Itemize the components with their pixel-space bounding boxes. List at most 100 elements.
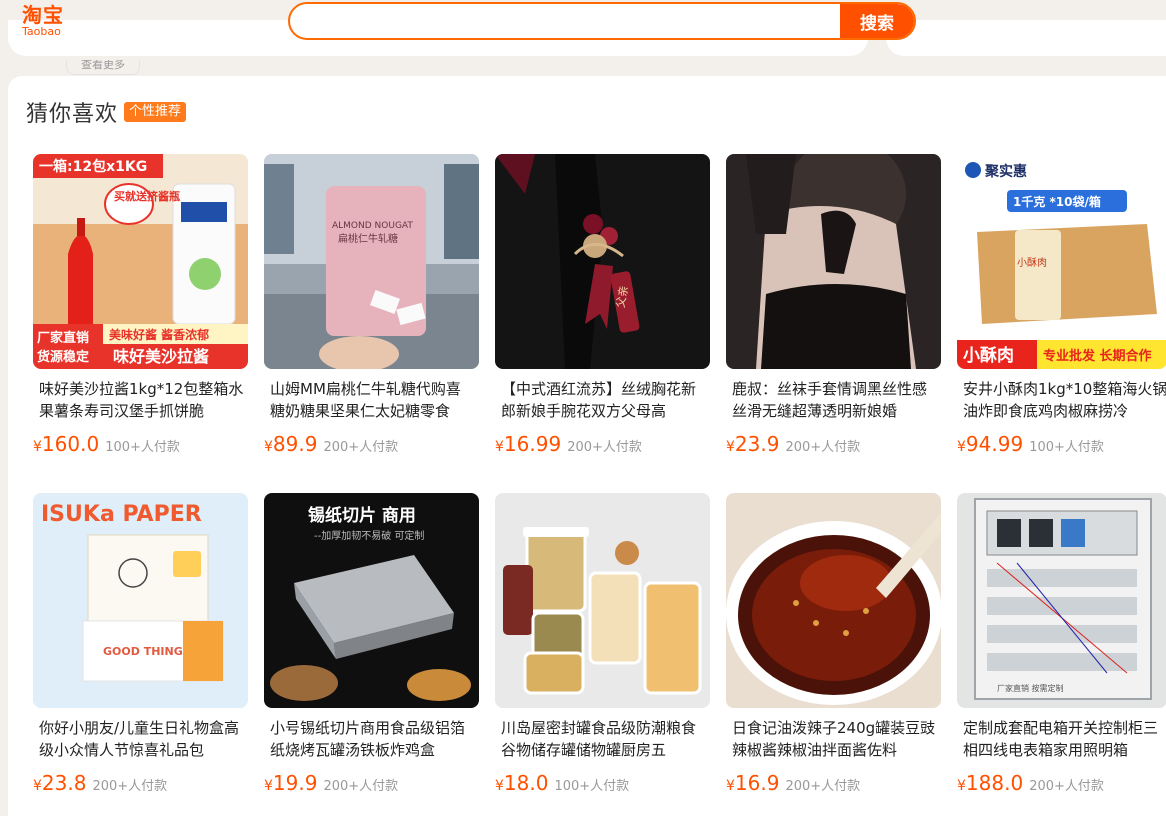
price-row: ¥89.9 200+人付款 <box>264 432 398 458</box>
header-card-right <box>886 20 1166 56</box>
sold-count: 100+人付款 <box>554 779 630 794</box>
gift-box-image: ISUKa PAPER GOOD THING <box>33 493 248 708</box>
product-card[interactable]: 聚实惠 1千克 *10袋/箱 小酥肉 小酥肉 专业批发 长期合作 安井小酥肉1k… <box>957 154 1166 474</box>
box-spec-text: 1千克 *10袋/箱 <box>1013 194 1101 209</box>
price-row: ¥23.8 200+人付款 <box>33 771 167 797</box>
product-price: ¥16.9 <box>726 771 780 795</box>
price-row: ¥188.0 200+人付款 <box>957 771 1104 797</box>
recommend-section: 猜你喜欢 个性推荐 一箱:12包x1KG 买就送挤酱瓶 厂家直销 货源稳定 美味… <box>8 76 1166 816</box>
banner-text: 一箱:12包x1KG <box>39 158 147 175</box>
product-title[interactable]: 日食记油泼辣子240g罐装豆豉辣椒酱辣椒油拌面酱佐料 <box>732 717 937 761</box>
salad-dressing-image: 一箱:12包x1KG 买就送挤酱瓶 厂家直销 货源稳定 美味好酱 酱香浓郁 味好 <box>33 154 248 369</box>
product-price: ¥18.0 <box>495 771 549 795</box>
product-card[interactable]: ALMOND NOUGAT 扁桃仁牛轧糖 山姆MM扁桃仁牛轧糖代购喜糖奶糖果坚果… <box>264 154 479 474</box>
bag-label-en: ALMOND NOUGAT <box>332 221 413 231</box>
product-price: ¥16.99 <box>495 432 562 456</box>
product-label-text: 小酥肉 <box>963 345 1014 366</box>
product-image[interactable]: ALMOND NOUGAT 扁桃仁牛轧糖 <box>264 154 479 369</box>
taobao-logo[interactable]: 淘宝 Taobao <box>22 4 64 38</box>
sold-count: 200+人付款 <box>567 440 642 455</box>
product-image[interactable]: 厂家直销 按需定制 <box>957 493 1166 708</box>
product-card[interactable]: 鹿叔：丝袜手套情调黑丝性感丝滑无缝超薄透明新娘婚 ¥23.9 200+人付款 <box>726 154 941 474</box>
brand-text: ISUKa PAPER <box>41 502 202 527</box>
corsage-image: 父亲 <box>495 154 710 369</box>
sold-count: 100+人付款 <box>105 440 180 455</box>
product-price: ¥89.9 <box>264 432 318 456</box>
sold-count: 200+人付款 <box>92 779 168 794</box>
product-image[interactable]: 父亲 <box>495 154 710 369</box>
package-text: 小酥肉 <box>1017 256 1047 269</box>
recommend-badge: 个性推荐 <box>124 102 187 122</box>
slogan-text: 味好美沙拉酱 <box>113 347 209 366</box>
brand-text: 聚实惠 <box>984 163 1027 180</box>
logo-en-text: Taobao <box>22 25 61 38</box>
search-box: 搜索 <box>288 2 916 40</box>
foil-title-text: 锡纸切片 商用 <box>308 505 416 526</box>
caption-text: 厂家直销 按需定制 <box>997 683 1064 693</box>
product-image[interactable]: ISUKa PAPER GOOD THING <box>33 493 248 708</box>
storage-jars-image <box>495 493 710 708</box>
tagline-text: 美味好酱 酱香浓郁 <box>109 327 209 342</box>
product-card[interactable]: 日食记油泼辣子240g罐装豆豉辣椒酱辣椒油拌面酱佐料 ¥16.9 200+人付款 <box>726 493 941 813</box>
product-price: ¥23.9 <box>726 432 780 456</box>
factory-text: 厂家直销 <box>37 330 89 346</box>
product-card[interactable]: 厂家直销 按需定制 定制成套配电箱开关控制柜三相四线电表箱家用照明箱 ¥188.… <box>957 493 1166 813</box>
foil-sheets-image: 锡纸切片 商用 --加厚加韧不易破 可定制 <box>264 493 479 708</box>
price-row: ¥19.9 200+人付款 <box>264 771 398 797</box>
sold-count: 100+人付款 <box>1029 440 1104 455</box>
product-card[interactable]: 川岛屋密封罐食品级防潮粮食谷物储存罐储物罐厨房五 ¥18.0 100+人付款 <box>495 493 710 813</box>
price-row: ¥94.99 100+人付款 <box>957 432 1104 458</box>
product-title[interactable]: 【中式酒红流苏】丝绒胸花新郎新娘手腕花双方父母高 <box>501 378 706 422</box>
product-price: ¥188.0 <box>957 771 1024 795</box>
sold-count: 200+人付款 <box>785 440 861 455</box>
search-button[interactable]: 搜索 <box>840 4 914 38</box>
sold-count: 200+人付款 <box>785 779 861 794</box>
product-card[interactable]: 一箱:12包x1KG 买就送挤酱瓶 厂家直销 货源稳定 美味好酱 酱香浓郁 味好 <box>33 154 248 474</box>
bag-label-cn: 扁桃仁牛轧糖 <box>338 232 398 245</box>
distribution-box-image: 厂家直销 按需定制 <box>957 493 1166 708</box>
price-row: ¥23.9 200+人付款 <box>726 432 860 458</box>
product-title[interactable]: 山姆MM扁桃仁牛轧糖代购喜糖奶糖果坚果仁太妃糖零食 <box>270 378 475 422</box>
product-image[interactable]: 一箱:12包x1KG 买就送挤酱瓶 厂家直销 货源稳定 美味好酱 酱香浓郁 味好 <box>33 154 248 369</box>
sold-count: 200+人付款 <box>1029 779 1104 794</box>
price-row: ¥16.9 200+人付款 <box>726 771 860 797</box>
product-card[interactable]: ISUKa PAPER GOOD THING 你好小朋友/儿童生日礼物盒高级小众… <box>33 493 248 813</box>
source-text: 货源稳定 <box>37 349 89 365</box>
product-price: ¥94.99 <box>957 432 1024 456</box>
product-image[interactable] <box>495 493 710 708</box>
price-row: ¥160.0 100+人付款 <box>33 432 180 458</box>
card-text: GOOD THING <box>103 645 183 658</box>
price-row: ¥16.99 200+人付款 <box>495 432 642 458</box>
recommend-title: 猜你喜欢 <box>26 102 119 127</box>
logo-cn-text: 淘宝 <box>22 3 64 27</box>
product-image[interactable]: 锡纸切片 商用 --加厚加韧不易破 可定制 <box>264 493 479 708</box>
product-title[interactable]: 你好小朋友/儿童生日礼物盒高级小众情人节惊喜礼品包 <box>39 717 244 761</box>
product-image[interactable] <box>726 154 941 369</box>
price-row: ¥18.0 100+人付款 <box>495 771 629 797</box>
product-card[interactable]: 锡纸切片 商用 --加厚加韧不易破 可定制 小号锡纸切片商用食品级铝箔纸烧烤瓦罐… <box>264 493 479 813</box>
product-card[interactable]: 父亲 【中式酒红流苏】丝绒胸花新郎新娘手腕花双方父母高 ¥16.99 200+人付… <box>495 154 710 474</box>
product-image[interactable] <box>726 493 941 708</box>
foil-sub-text: --加厚加韧不易破 可定制 <box>314 529 424 542</box>
recommend-header: 猜你喜欢 个性推荐 <box>26 96 187 128</box>
nougat-image: ALMOND NOUGAT 扁桃仁牛轧糖 <box>264 154 479 369</box>
product-title[interactable]: 小号锡纸切片商用食品级铝箔纸烧烤瓦罐汤铁板炸鸡盒 <box>270 717 475 761</box>
product-title[interactable]: 安井小酥肉1kg*10整箱海火锅油炸即食底鸡肉椒麻捞冷 <box>963 378 1166 422</box>
promo-text: 买就送挤酱瓶 <box>114 189 180 203</box>
crispy-pork-image: 聚实惠 1千克 *10袋/箱 小酥肉 小酥肉 专业批发 长期合作 <box>957 154 1166 369</box>
product-title[interactable]: 味好美沙拉酱1kg*12包整箱水果薯条寿司汉堡手抓饼脆 <box>39 378 244 422</box>
product-price: ¥23.8 <box>33 771 87 795</box>
search-input[interactable] <box>290 4 842 38</box>
product-price: ¥19.9 <box>264 771 318 795</box>
top-bar: 查看更多 淘宝 Taobao 搜索 <box>0 0 1166 76</box>
sold-count: 200+人付款 <box>323 440 399 455</box>
product-image[interactable]: 聚实惠 1千克 *10袋/箱 小酥肉 小酥肉 专业批发 长期合作 <box>957 154 1166 369</box>
stockings-image <box>726 154 941 369</box>
product-price: ¥160.0 <box>33 432 100 456</box>
view-more-button[interactable]: 查看更多 <box>66 60 140 75</box>
product-title[interactable]: 鹿叔：丝袜手套情调黑丝性感丝滑无缝超薄透明新娘婚 <box>732 378 937 422</box>
chili-oil-image <box>726 493 941 708</box>
product-title[interactable]: 定制成套配电箱开关控制柜三相四线电表箱家用照明箱 <box>963 717 1166 761</box>
product-title[interactable]: 川岛屋密封罐食品级防潮粮食谷物储存罐储物罐厨房五 <box>501 717 706 761</box>
wholesale-text: 专业批发 长期合作 <box>1043 348 1152 364</box>
